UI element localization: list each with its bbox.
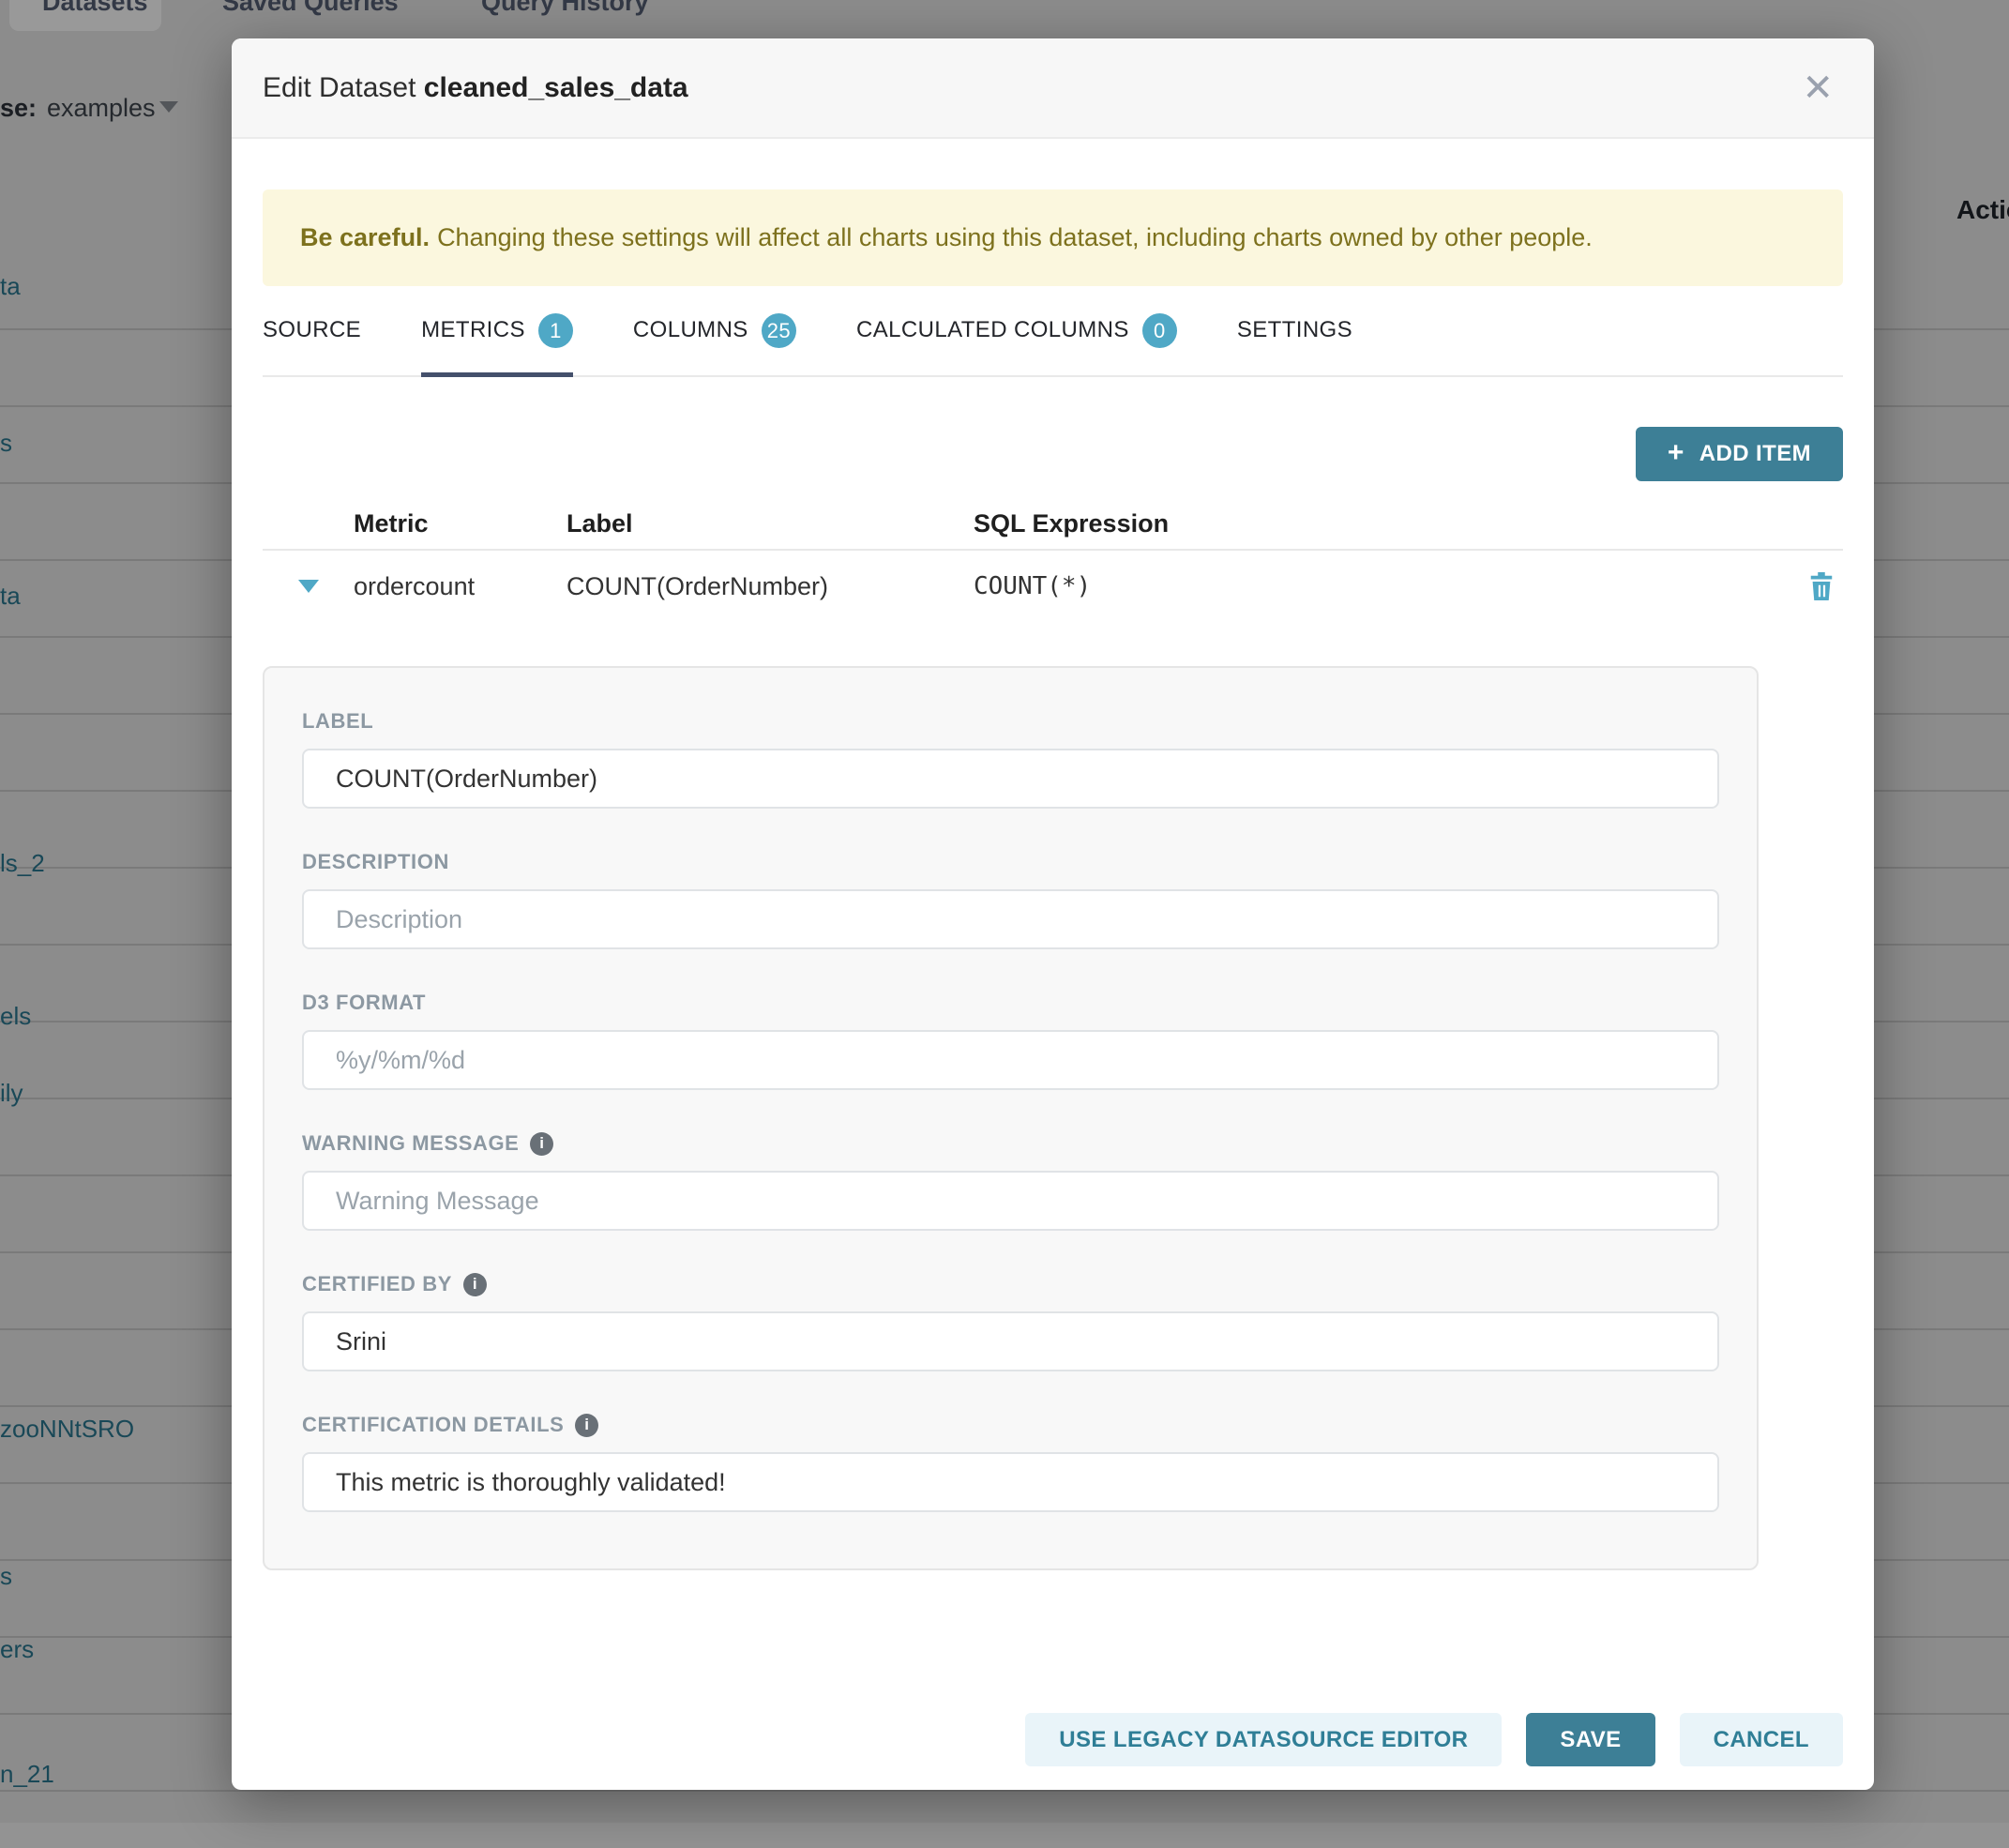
field-description: DESCRIPTION: [302, 848, 1719, 949]
d3-format-input[interactable]: [302, 1030, 1719, 1090]
description-input[interactable]: [302, 889, 1719, 949]
field-warning-message-caption: WARNING MESSAGE i: [302, 1129, 1719, 1158]
modal-title: Edit Dataset cleaned_sales_data: [263, 72, 688, 104]
metrics-table-header: Metric Label SQL Expression: [263, 498, 1843, 551]
field-warning-message: WARNING MESSAGE i: [302, 1129, 1719, 1231]
plus-icon: +: [1668, 437, 1684, 469]
field-certification-details-caption: CERTIFICATION DETAILS i: [302, 1411, 1719, 1439]
field-d3-format-caption: D3 FORMAT: [302, 989, 1719, 1017]
warning-banner-text: Changing these settings will affect all …: [437, 223, 1593, 252]
metric-label: COUNT(OrderNumber): [566, 572, 974, 601]
certification-details-input[interactable]: [302, 1452, 1719, 1512]
field-certified-by-caption: CERTIFIED BY i: [302, 1270, 1719, 1298]
field-certification-details: CERTIFICATION DETAILS i: [302, 1411, 1719, 1512]
columns-count-badge: 25: [762, 313, 796, 348]
dataset-name: cleaned_sales_data: [424, 72, 688, 103]
calculated-columns-count-badge: 0: [1142, 313, 1177, 348]
info-icon: i: [463, 1273, 487, 1296]
tab-source[interactable]: SOURCE: [263, 310, 361, 377]
modal-tabs: SOURCE METRICS 1 COLUMNS 25 CALCULATED C…: [263, 310, 1843, 377]
screen: Datasets Saved Queries Query History se:…: [0, 0, 2009, 1848]
metric-name: ordercount: [354, 572, 566, 601]
warning-message-input[interactable]: [302, 1171, 1719, 1231]
tab-columns[interactable]: COLUMNS 25: [633, 310, 796, 377]
warning-banner: Be careful. Changing these settings will…: [263, 189, 1843, 286]
modal-header: Edit Dataset cleaned_sales_data ✕: [232, 38, 1874, 139]
label-input[interactable]: [302, 749, 1719, 809]
metrics-toolbar: + ADD ITEM: [263, 427, 1843, 481]
tab-calculated-columns[interactable]: CALCULATED COLUMNS 0: [856, 310, 1177, 377]
close-icon[interactable]: ✕: [1792, 66, 1843, 111]
cancel-button[interactable]: CANCEL: [1680, 1713, 1843, 1766]
warning-banner-bold: Be careful.: [300, 223, 430, 252]
info-icon: i: [530, 1132, 553, 1156]
column-header-sql: SQL Expression: [974, 509, 1800, 538]
add-item-button[interactable]: + ADD ITEM: [1636, 427, 1843, 481]
modal-footer: USE LEGACY DATASOURCE EDITOR SAVE CANCEL: [263, 1713, 1843, 1766]
metric-row: ordercount COUNT(OrderNumber) COUNT(*): [263, 551, 1843, 622]
field-label: LABEL: [302, 707, 1719, 809]
column-header-metric: Metric: [354, 509, 566, 538]
modal-body: Be careful. Changing these settings will…: [232, 139, 1874, 1790]
tab-metrics[interactable]: METRICS 1: [421, 310, 573, 377]
edit-dataset-modal: Edit Dataset cleaned_sales_data ✕ Be car…: [232, 38, 1874, 1790]
field-d3-format: D3 FORMAT: [302, 989, 1719, 1090]
metric-sql-expression: COUNT(*): [974, 572, 1800, 600]
field-certified-by: CERTIFIED BY i: [302, 1270, 1719, 1371]
column-header-label: Label: [566, 509, 974, 538]
tab-settings[interactable]: SETTINGS: [1237, 310, 1352, 377]
use-legacy-datasource-editor-button[interactable]: USE LEGACY DATASOURCE EDITOR: [1025, 1713, 1502, 1766]
metric-detail-panel: LABEL DESCRIPTION D3 FORMAT: [263, 666, 1759, 1570]
certified-by-input[interactable]: [302, 1311, 1719, 1371]
field-description-caption: DESCRIPTION: [302, 848, 1719, 876]
delete-metric-icon[interactable]: [1800, 570, 1843, 602]
save-button[interactable]: SAVE: [1526, 1713, 1654, 1766]
field-label-caption: LABEL: [302, 707, 1719, 735]
modal-title-prefix: Edit Dataset: [263, 72, 415, 103]
collapse-caret-icon[interactable]: [298, 580, 319, 593]
metrics-count-badge: 1: [538, 313, 573, 348]
info-icon: i: [575, 1414, 598, 1437]
